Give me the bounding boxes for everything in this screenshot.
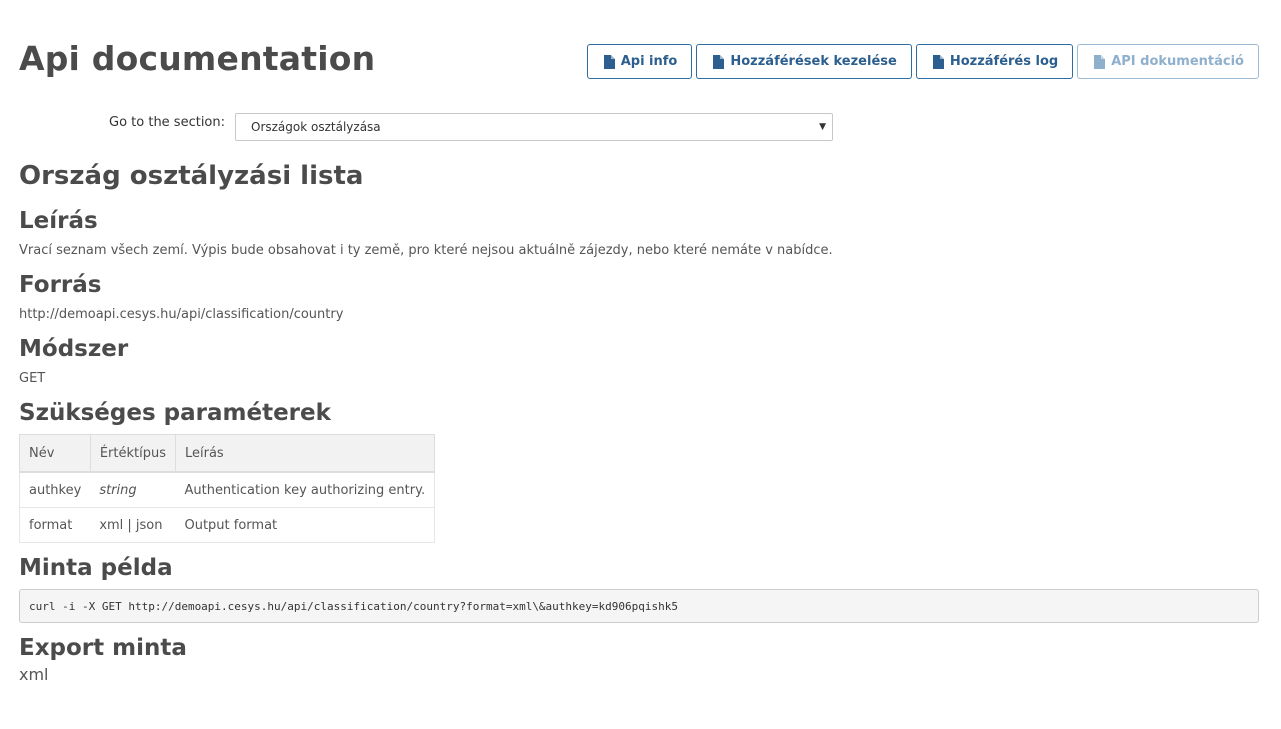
param-type: string <box>90 471 176 508</box>
access-log-button[interactable]: Hozzáférés log <box>915 44 1074 79</box>
param-name: format <box>19 507 91 543</box>
param-description: Authentication key authorizing entry. <box>175 471 436 508</box>
caret-down-icon: ▼ <box>819 122 826 132</box>
export-title: Export minta <box>19 635 187 661</box>
example-title: Minta példa <box>19 555 173 581</box>
access-management-button[interactable]: Hozzáférések kezelése <box>696 44 912 79</box>
method-title: Módszer <box>19 336 129 362</box>
params-title: Szükséges paraméterek <box>19 400 331 426</box>
section-select-label: Go to the section: <box>109 114 226 130</box>
documentation-content: Ország osztályzási lista Leírás Vrací se… <box>19 158 1259 684</box>
export-section: Export minta xml <box>19 633 1259 684</box>
document-icon <box>603 54 615 69</box>
api-info-button[interactable]: Api info <box>586 44 693 79</box>
document-icon <box>713 54 725 69</box>
description-title: Leírás <box>19 208 98 234</box>
api-info-label: Api info <box>620 54 678 69</box>
example-section: Minta példa curl -i -X GET http://demoap… <box>19 553 1259 623</box>
resource-section: Forrás http://demoapi.cesys.hu/api/class… <box>19 270 1259 324</box>
api-documentation-button[interactable]: API dokumentáció <box>1077 44 1259 79</box>
column-header-description: Leírás <box>174 434 436 473</box>
resource-title: Forrás <box>19 272 102 298</box>
resource-url: http://demoapi.cesys.hu/api/classificati… <box>19 307 344 322</box>
table-header-row: Név Értéktípus Leírás <box>19 434 436 473</box>
table-row: format xml | json Output format <box>19 507 436 543</box>
access-management-label: Hozzáférések kezelése <box>730 54 897 69</box>
method-section: Módszer GET <box>19 334 1259 388</box>
section-navigation: Go to the section: Országok osztályzása … <box>109 113 833 141</box>
section-select-value: Országok osztályzása <box>251 120 381 134</box>
section-select[interactable]: Országok osztályzása ▼ <box>235 113 833 141</box>
page-title: Api documentation <box>19 39 376 78</box>
description-text: Vrací seznam všech zemí. Výpis bude obsa… <box>19 243 833 258</box>
params-table: Név Értéktípus Leírás authkey string Aut… <box>19 434 436 543</box>
document-icon <box>932 54 944 69</box>
api-documentation-label: API dokumentáció <box>1111 54 1244 69</box>
export-format-value: xml <box>19 665 49 684</box>
document-icon <box>1094 54 1106 69</box>
param-name: authkey <box>19 471 91 508</box>
method-value: GET <box>19 371 46 386</box>
access-log-label: Hozzáférés log <box>949 54 1059 69</box>
table-row: authkey string Authentication key author… <box>19 471 436 508</box>
params-section: Szükséges paraméterek Név Értéktípus Leí… <box>19 398 1259 543</box>
endpoint-heading: Ország osztályzási lista <box>19 161 364 191</box>
nav-button-group: Api info Hozzáférések kezelése Hozzáféré… <box>586 44 1259 79</box>
column-header-name: Név <box>19 434 91 473</box>
example-code: curl -i -X GET http://demoapi.cesys.hu/a… <box>29 599 679 613</box>
description-section: Leírás Vrací seznam všech zemí. Výpis bu… <box>19 206 1259 260</box>
param-description: Output format <box>175 507 436 543</box>
header: Api documentation Api info Hozzáférések … <box>19 0 1259 110</box>
column-header-type: Értéktípus <box>89 434 176 473</box>
param-type: xml | json <box>90 507 176 543</box>
page: Api documentation Api info Hozzáférések … <box>0 0 1281 729</box>
example-code-block[interactable]: curl -i -X GET http://demoapi.cesys.hu/a… <box>19 589 1259 623</box>
